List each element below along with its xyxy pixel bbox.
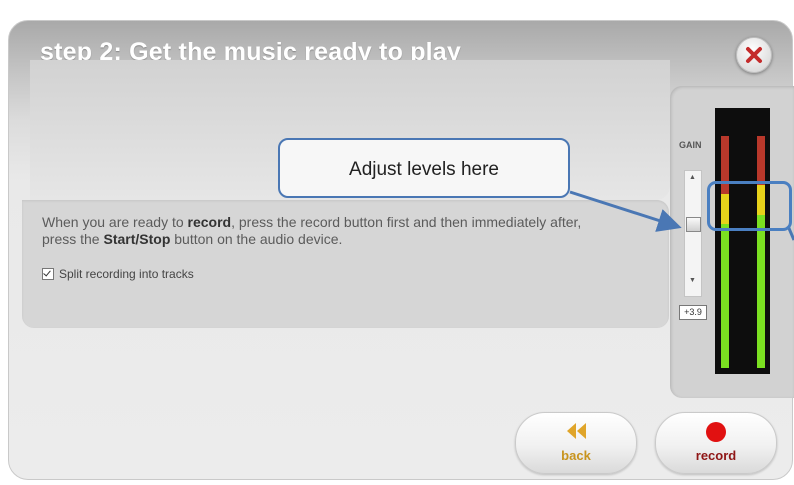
callout-arrow-icon	[569, 190, 794, 241]
double-chevron-left-icon	[567, 423, 586, 439]
back-button[interactable]: back	[515, 412, 637, 474]
record-button[interactable]: record	[655, 412, 777, 474]
meter-highlight-box	[707, 181, 792, 231]
record-label: record	[695, 448, 737, 463]
back-label: back	[561, 448, 591, 463]
record-dot-icon	[706, 422, 726, 442]
